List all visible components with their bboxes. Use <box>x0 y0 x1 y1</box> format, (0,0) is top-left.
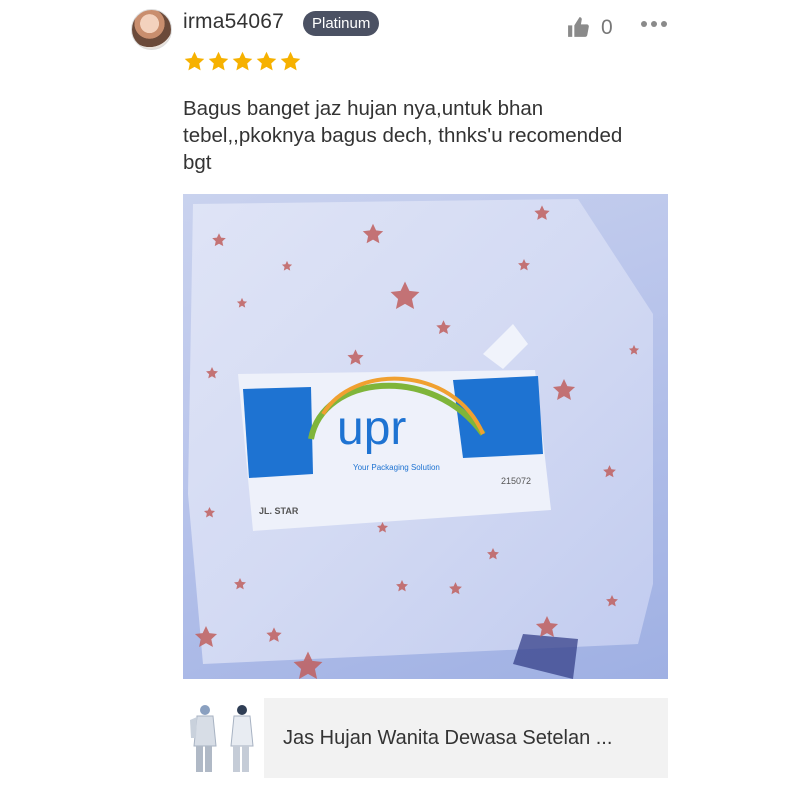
package-brand: upr <box>337 402 406 455</box>
package-code: 215072 <box>501 476 531 486</box>
more-dots-icon <box>641 21 647 27</box>
star-icon <box>279 50 302 74</box>
star-icon <box>183 50 206 74</box>
platinum-badge: Platinum <box>303 11 380 36</box>
more-dots-icon <box>661 21 667 27</box>
product-link[interactable]: Jas Hujan Wanita Dewasa Setelan ... <box>183 698 668 778</box>
star-icon <box>231 50 254 74</box>
product-title: Jas Hujan Wanita Dewasa Setelan ... <box>283 726 613 749</box>
product-title-box: Jas Hujan Wanita Dewasa Setelan ... <box>264 698 668 778</box>
like-count: 0 <box>601 15 613 39</box>
review-text: Bagus banget jaz hujan nya,untuk bhan te… <box>183 97 623 174</box>
review-photo[interactable]: upr Your Packaging Solution 215072 JL. S… <box>183 194 668 679</box>
review-card: irma54067 Platinum 0 Bagus banget jaz hu… <box>0 0 800 800</box>
product-thumbnail <box>183 698 263 778</box>
more-options-button[interactable] <box>641 21 667 27</box>
star-rating <box>183 50 302 74</box>
like-button[interactable]: 0 <box>566 15 613 40</box>
more-dots-icon <box>651 21 657 27</box>
thumbs-up-icon <box>566 15 591 40</box>
package-tagline: Your Packaging Solution <box>353 463 440 472</box>
username[interactable]: irma54067 <box>183 10 284 34</box>
avatar[interactable] <box>131 9 172 50</box>
package-label: JL. STAR <box>259 506 299 516</box>
star-icon <box>207 50 230 74</box>
star-icon <box>255 50 278 74</box>
